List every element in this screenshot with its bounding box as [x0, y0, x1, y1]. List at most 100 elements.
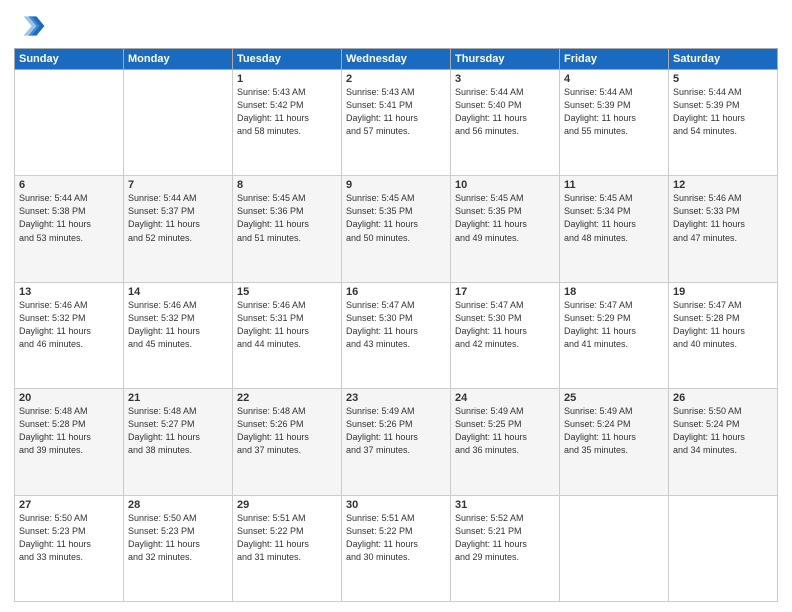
header	[14, 10, 778, 42]
col-saturday: Saturday	[669, 49, 778, 70]
calendar-cell: 31Sunrise: 5:52 AMSunset: 5:21 PMDayligh…	[451, 495, 560, 601]
col-tuesday: Tuesday	[233, 49, 342, 70]
calendar-week-row: 27Sunrise: 5:50 AMSunset: 5:23 PMDayligh…	[15, 495, 778, 601]
calendar-cell	[15, 70, 124, 176]
calendar-cell: 24Sunrise: 5:49 AMSunset: 5:25 PMDayligh…	[451, 389, 560, 495]
day-info: Sunrise: 5:50 AMSunset: 5:23 PMDaylight:…	[128, 512, 228, 564]
day-number: 22	[237, 392, 337, 404]
day-number: 12	[673, 179, 773, 191]
calendar-cell: 11Sunrise: 5:45 AMSunset: 5:34 PMDayligh…	[560, 176, 669, 282]
day-number: 15	[237, 286, 337, 298]
day-number: 13	[19, 286, 119, 298]
calendar-cell: 25Sunrise: 5:49 AMSunset: 5:24 PMDayligh…	[560, 389, 669, 495]
day-info: Sunrise: 5:51 AMSunset: 5:22 PMDaylight:…	[346, 512, 446, 564]
day-info: Sunrise: 5:49 AMSunset: 5:24 PMDaylight:…	[564, 405, 664, 457]
day-number: 30	[346, 499, 446, 511]
calendar-week-row: 1Sunrise: 5:43 AMSunset: 5:42 PMDaylight…	[15, 70, 778, 176]
calendar-cell: 6Sunrise: 5:44 AMSunset: 5:38 PMDaylight…	[15, 176, 124, 282]
day-info: Sunrise: 5:43 AMSunset: 5:41 PMDaylight:…	[346, 86, 446, 138]
day-number: 9	[346, 179, 446, 191]
calendar-cell: 29Sunrise: 5:51 AMSunset: 5:22 PMDayligh…	[233, 495, 342, 601]
day-number: 5	[673, 73, 773, 85]
day-info: Sunrise: 5:50 AMSunset: 5:23 PMDaylight:…	[19, 512, 119, 564]
calendar-cell: 4Sunrise: 5:44 AMSunset: 5:39 PMDaylight…	[560, 70, 669, 176]
calendar-cell: 26Sunrise: 5:50 AMSunset: 5:24 PMDayligh…	[669, 389, 778, 495]
day-info: Sunrise: 5:45 AMSunset: 5:36 PMDaylight:…	[237, 192, 337, 244]
day-number: 1	[237, 73, 337, 85]
page: Sunday Monday Tuesday Wednesday Thursday…	[0, 0, 792, 612]
logo	[14, 10, 50, 42]
day-info: Sunrise: 5:44 AMSunset: 5:39 PMDaylight:…	[564, 86, 664, 138]
calendar-cell: 2Sunrise: 5:43 AMSunset: 5:41 PMDaylight…	[342, 70, 451, 176]
day-info: Sunrise: 5:48 AMSunset: 5:26 PMDaylight:…	[237, 405, 337, 457]
day-number: 23	[346, 392, 446, 404]
col-monday: Monday	[124, 49, 233, 70]
day-info: Sunrise: 5:44 AMSunset: 5:37 PMDaylight:…	[128, 192, 228, 244]
day-info: Sunrise: 5:49 AMSunset: 5:26 PMDaylight:…	[346, 405, 446, 457]
day-number: 27	[19, 499, 119, 511]
col-friday: Friday	[560, 49, 669, 70]
day-info: Sunrise: 5:47 AMSunset: 5:29 PMDaylight:…	[564, 299, 664, 351]
calendar-cell: 18Sunrise: 5:47 AMSunset: 5:29 PMDayligh…	[560, 282, 669, 388]
day-number: 20	[19, 392, 119, 404]
day-info: Sunrise: 5:44 AMSunset: 5:38 PMDaylight:…	[19, 192, 119, 244]
day-number: 16	[346, 286, 446, 298]
col-wednesday: Wednesday	[342, 49, 451, 70]
day-info: Sunrise: 5:47 AMSunset: 5:30 PMDaylight:…	[346, 299, 446, 351]
calendar-cell: 30Sunrise: 5:51 AMSunset: 5:22 PMDayligh…	[342, 495, 451, 601]
day-info: Sunrise: 5:46 AMSunset: 5:32 PMDaylight:…	[19, 299, 119, 351]
calendar-cell	[560, 495, 669, 601]
day-info: Sunrise: 5:45 AMSunset: 5:35 PMDaylight:…	[455, 192, 555, 244]
col-thursday: Thursday	[451, 49, 560, 70]
calendar-cell: 22Sunrise: 5:48 AMSunset: 5:26 PMDayligh…	[233, 389, 342, 495]
calendar-cell: 17Sunrise: 5:47 AMSunset: 5:30 PMDayligh…	[451, 282, 560, 388]
calendar-cell: 16Sunrise: 5:47 AMSunset: 5:30 PMDayligh…	[342, 282, 451, 388]
day-number: 24	[455, 392, 555, 404]
calendar-cell: 14Sunrise: 5:46 AMSunset: 5:32 PMDayligh…	[124, 282, 233, 388]
day-number: 17	[455, 286, 555, 298]
day-info: Sunrise: 5:46 AMSunset: 5:33 PMDaylight:…	[673, 192, 773, 244]
day-number: 14	[128, 286, 228, 298]
day-number: 3	[455, 73, 555, 85]
day-info: Sunrise: 5:47 AMSunset: 5:30 PMDaylight:…	[455, 299, 555, 351]
calendar-cell: 5Sunrise: 5:44 AMSunset: 5:39 PMDaylight…	[669, 70, 778, 176]
day-number: 31	[455, 499, 555, 511]
day-info: Sunrise: 5:45 AMSunset: 5:34 PMDaylight:…	[564, 192, 664, 244]
day-info: Sunrise: 5:43 AMSunset: 5:42 PMDaylight:…	[237, 86, 337, 138]
day-number: 11	[564, 179, 664, 191]
day-info: Sunrise: 5:44 AMSunset: 5:40 PMDaylight:…	[455, 86, 555, 138]
day-number: 29	[237, 499, 337, 511]
day-number: 7	[128, 179, 228, 191]
calendar-cell: 20Sunrise: 5:48 AMSunset: 5:28 PMDayligh…	[15, 389, 124, 495]
calendar-header-row: Sunday Monday Tuesday Wednesday Thursday…	[15, 49, 778, 70]
day-info: Sunrise: 5:47 AMSunset: 5:28 PMDaylight:…	[673, 299, 773, 351]
col-sunday: Sunday	[15, 49, 124, 70]
day-number: 18	[564, 286, 664, 298]
calendar-week-row: 20Sunrise: 5:48 AMSunset: 5:28 PMDayligh…	[15, 389, 778, 495]
day-number: 4	[564, 73, 664, 85]
day-number: 10	[455, 179, 555, 191]
calendar-cell: 13Sunrise: 5:46 AMSunset: 5:32 PMDayligh…	[15, 282, 124, 388]
calendar-cell	[124, 70, 233, 176]
day-info: Sunrise: 5:51 AMSunset: 5:22 PMDaylight:…	[237, 512, 337, 564]
calendar-cell: 12Sunrise: 5:46 AMSunset: 5:33 PMDayligh…	[669, 176, 778, 282]
day-info: Sunrise: 5:48 AMSunset: 5:28 PMDaylight:…	[19, 405, 119, 457]
day-number: 26	[673, 392, 773, 404]
logo-icon	[14, 10, 46, 42]
day-info: Sunrise: 5:46 AMSunset: 5:32 PMDaylight:…	[128, 299, 228, 351]
calendar-table: Sunday Monday Tuesday Wednesday Thursday…	[14, 48, 778, 602]
calendar-cell: 27Sunrise: 5:50 AMSunset: 5:23 PMDayligh…	[15, 495, 124, 601]
calendar-cell: 23Sunrise: 5:49 AMSunset: 5:26 PMDayligh…	[342, 389, 451, 495]
day-info: Sunrise: 5:52 AMSunset: 5:21 PMDaylight:…	[455, 512, 555, 564]
day-number: 6	[19, 179, 119, 191]
day-number: 19	[673, 286, 773, 298]
day-number: 25	[564, 392, 664, 404]
calendar-cell	[669, 495, 778, 601]
calendar-cell: 19Sunrise: 5:47 AMSunset: 5:28 PMDayligh…	[669, 282, 778, 388]
calendar-cell: 9Sunrise: 5:45 AMSunset: 5:35 PMDaylight…	[342, 176, 451, 282]
day-number: 28	[128, 499, 228, 511]
day-info: Sunrise: 5:48 AMSunset: 5:27 PMDaylight:…	[128, 405, 228, 457]
day-info: Sunrise: 5:49 AMSunset: 5:25 PMDaylight:…	[455, 405, 555, 457]
calendar-cell: 21Sunrise: 5:48 AMSunset: 5:27 PMDayligh…	[124, 389, 233, 495]
calendar-cell: 7Sunrise: 5:44 AMSunset: 5:37 PMDaylight…	[124, 176, 233, 282]
